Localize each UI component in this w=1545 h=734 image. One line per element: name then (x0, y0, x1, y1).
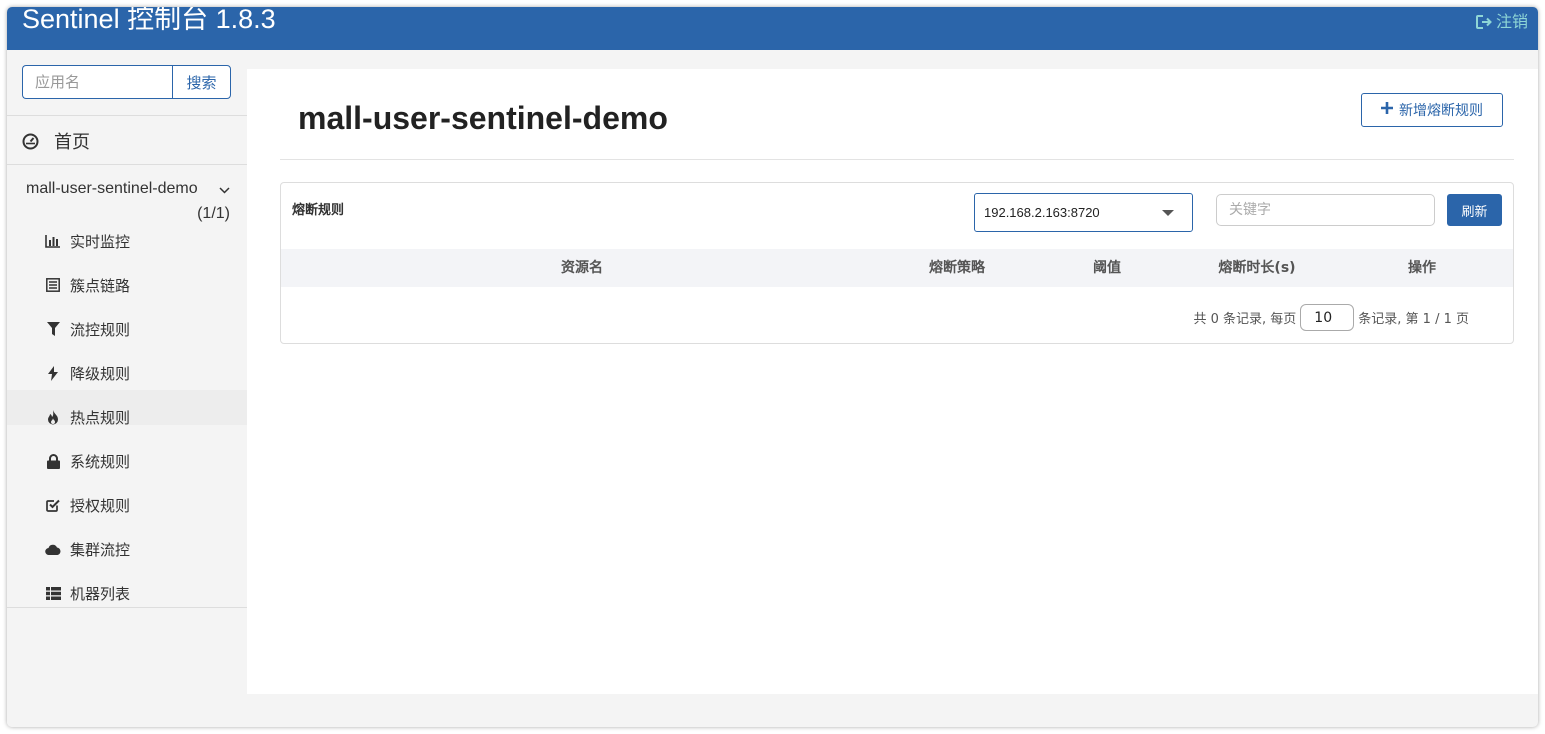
list-alt-icon (45, 277, 61, 293)
bar-chart-icon (45, 233, 61, 249)
add-degrade-rule-button[interactable]: 新增熔断规则 (1361, 93, 1503, 127)
app-window: Sentinel 控制台 1.8.3 注销 搜索 (7, 7, 1538, 727)
sidebar-item-cluster-flow[interactable]: 集群流控 (45, 537, 130, 561)
sidebar-item-label: 机器列表 (70, 584, 131, 603)
machine-select-value: 192.168.2.163:8720 (984, 205, 1100, 220)
sidebar-item-realtime-monitor[interactable]: 实时监控 (45, 229, 130, 253)
column-header-duration: 熔断时长(s) (1218, 260, 1296, 276)
top-navbar: Sentinel 控制台 1.8.3 注销 (7, 7, 1538, 50)
logout-link[interactable]: 注销 (1475, 12, 1528, 32)
machine-select[interactable]: 192.168.2.163:8720 (974, 193, 1193, 232)
app-machine-count: (1/1) (197, 205, 230, 222)
degrade-rules-panel: 熔断规则 192.168.2.163:8720 刷新 资源名 熔断策略 阈值 熔… (280, 182, 1514, 344)
caret-down-icon (1162, 210, 1174, 216)
sidebar-divider (7, 607, 247, 608)
logout-label: 注销 (1495, 12, 1528, 31)
sidebar-item-label: 降级规则 (70, 364, 131, 383)
page-size-input[interactable] (1300, 304, 1355, 331)
fire-icon (45, 409, 61, 425)
page-title: mall-user-sentinel-demo (298, 100, 668, 136)
column-header-threshold: 阈值 (1093, 260, 1121, 276)
sidebar-item-label: 集群流控 (70, 540, 131, 559)
logout-icon (1475, 14, 1492, 30)
pager-total-text: 共 0 条记录, 每页 (1193, 312, 1297, 327)
sidebar-item-machine-list[interactable]: 机器列表 (45, 581, 130, 605)
sidebar-item-system-rules[interactable]: 系统规则 (45, 449, 130, 473)
filter-icon (45, 321, 61, 337)
app-search: 搜索 (22, 65, 231, 99)
column-header-resource: 资源名 (561, 260, 603, 276)
sidebar-divider (7, 115, 247, 116)
sidebar-item-degrade-rules[interactable]: 降级规则 (45, 361, 130, 385)
brand-title[interactable]: Sentinel 控制台 1.8.3 (22, 7, 276, 35)
lock-icon (45, 453, 61, 469)
app-search-input[interactable] (22, 65, 172, 99)
sidebar-item-label: 流控规则 (70, 320, 131, 339)
sidebar-item-label: 热点规则 (70, 408, 131, 427)
sidebar: 搜索 首页 mall-user-sentinel-demo (1/1) (7, 50, 247, 727)
flash-icon (45, 365, 61, 381)
add-button-label: 新增熔断规则 (1399, 103, 1483, 119)
chevron-down-icon[interactable] (219, 180, 230, 199)
title-divider (280, 159, 1514, 160)
sidebar-item-authority-rules[interactable]: 授权规则 (45, 493, 130, 517)
sidebar-item-label: 授权规则 (70, 496, 131, 515)
table-header: 资源名 熔断策略 阈值 熔断时长(s) 操作 (281, 249, 1513, 287)
sidebar-item-label: 系统规则 (70, 452, 131, 471)
column-header-actions: 操作 (1408, 260, 1436, 276)
keyword-search-input[interactable] (1216, 194, 1435, 226)
plus-icon (1381, 102, 1393, 118)
main-content: mall-user-sentinel-demo 新增熔断规则 熔断规则 192.… (247, 69, 1538, 694)
pagination: 共 0 条记录, 每页 条记录, 第 1 / 1 页 (1193, 304, 1469, 331)
sidebar-app-name[interactable]: mall-user-sentinel-demo (26, 180, 198, 198)
search-button[interactable]: 搜索 (172, 65, 231, 99)
sidebar-item-label: 实时监控 (70, 232, 131, 251)
sidebar-item-home[interactable]: 首页 (22, 128, 90, 154)
panel-title: 熔断规则 (292, 203, 345, 218)
th-list-icon (45, 585, 61, 601)
sidebar-divider (7, 164, 247, 165)
column-header-strategy: 熔断策略 (929, 260, 985, 276)
check-icon (45, 497, 61, 513)
dashboard-icon (22, 133, 39, 150)
sidebar-item-label: 首页 (54, 132, 90, 153)
sidebar-item-cluster-link[interactable]: 簇点链路 (45, 273, 130, 297)
sidebar-item-flow-rules[interactable]: 流控规则 (45, 317, 130, 341)
cloud-icon (45, 541, 61, 557)
pager-page-text: 条记录, 第 1 / 1 页 (1358, 312, 1469, 327)
refresh-button[interactable]: 刷新 (1447, 194, 1502, 226)
sidebar-item-hotspot-rules[interactable]: 热点规则 (45, 405, 130, 429)
sidebar-item-label: 簇点链路 (70, 276, 131, 295)
